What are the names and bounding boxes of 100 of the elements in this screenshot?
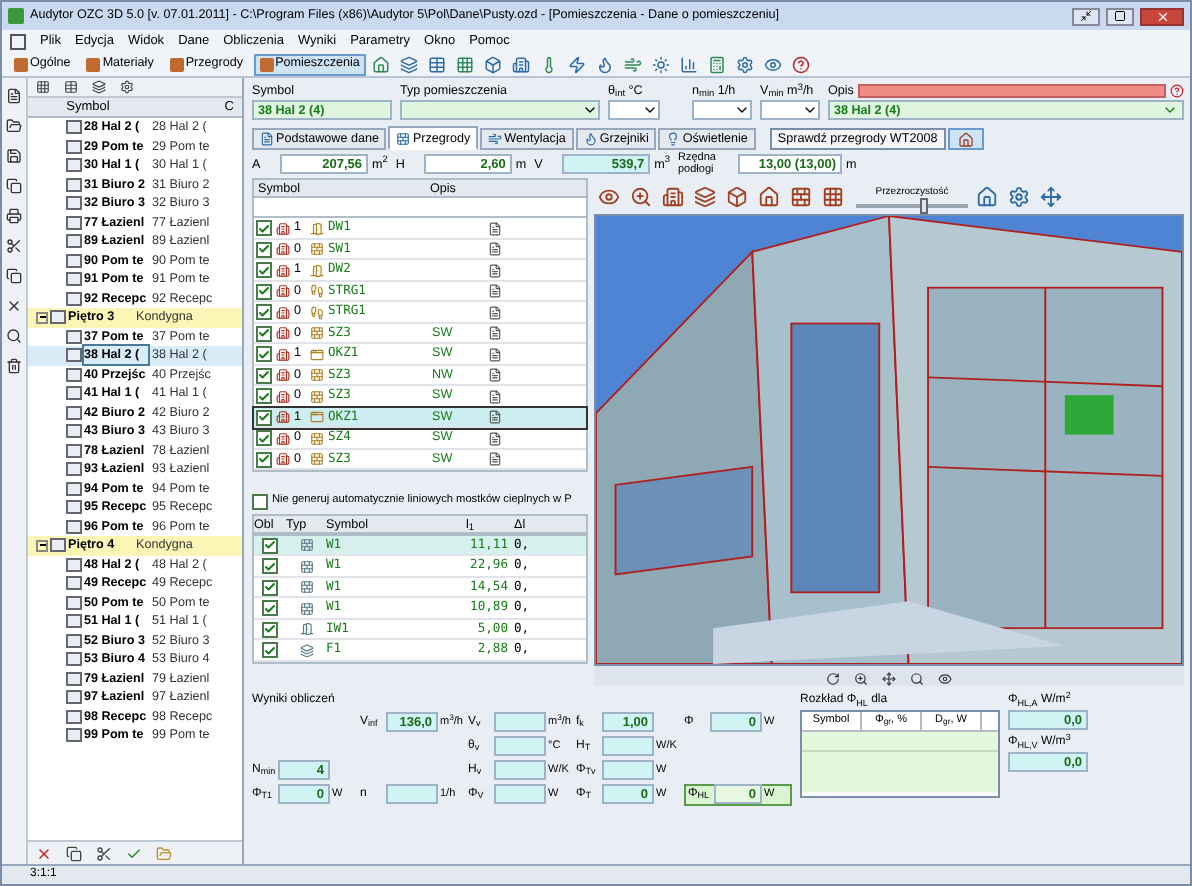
close-button[interactable] bbox=[1140, 7, 1184, 25]
edit-icon[interactable] bbox=[488, 305, 502, 320]
zoom-icon[interactable] bbox=[626, 182, 654, 211]
result-field[interactable] bbox=[494, 736, 546, 757]
checkbox[interactable] bbox=[256, 346, 272, 363]
table-icon[interactable] bbox=[425, 52, 450, 76]
cut-icon[interactable] bbox=[2, 234, 26, 258]
result-field[interactable] bbox=[386, 784, 438, 805]
cube-icon[interactable] bbox=[481, 52, 506, 76]
copy-icon[interactable] bbox=[62, 841, 86, 865]
cut-icon[interactable] bbox=[92, 841, 116, 865]
wall-icon[interactable] bbox=[786, 182, 814, 211]
wind-icon[interactable] bbox=[621, 52, 646, 76]
window-icon bbox=[310, 410, 324, 425]
checkbox[interactable] bbox=[262, 600, 278, 617]
search-icon[interactable] bbox=[2, 324, 26, 348]
module-icon bbox=[259, 57, 274, 71]
checkbox[interactable] bbox=[256, 304, 272, 321]
minimize-icon bbox=[1080, 10, 1092, 22]
layers-icon[interactable] bbox=[690, 182, 718, 211]
result-field[interactable] bbox=[494, 784, 546, 805]
trash-icon[interactable] bbox=[2, 354, 26, 378]
move-icon[interactable] bbox=[1036, 182, 1064, 211]
grid-icon[interactable] bbox=[818, 182, 846, 211]
bolt-icon[interactable] bbox=[565, 52, 590, 76]
building-icon[interactable] bbox=[658, 182, 686, 211]
minimize-button[interactable] bbox=[1072, 7, 1100, 25]
cube-icon[interactable] bbox=[722, 182, 750, 211]
calculator-icon[interactable] bbox=[705, 52, 730, 76]
checkbox[interactable] bbox=[262, 558, 278, 575]
checkbox[interactable] bbox=[256, 241, 272, 258]
result-field[interactable] bbox=[494, 712, 546, 733]
wall-icon bbox=[310, 431, 324, 446]
module-icon bbox=[169, 57, 184, 71]
collapse-icon[interactable] bbox=[36, 311, 48, 324]
checkbox[interactable] bbox=[256, 220, 272, 237]
help-icon[interactable] bbox=[789, 52, 814, 76]
slider-thumb[interactable] bbox=[920, 198, 929, 215]
fan-icon bbox=[488, 132, 503, 147]
edit-icon[interactable] bbox=[488, 263, 502, 278]
checkbox[interactable] bbox=[262, 621, 278, 638]
copy-icon[interactable] bbox=[2, 174, 26, 198]
result-field[interactable] bbox=[494, 760, 546, 781]
print-icon[interactable] bbox=[2, 204, 26, 228]
checkbox[interactable] bbox=[262, 642, 278, 659]
chart-icon[interactable] bbox=[677, 52, 702, 76]
edit-icon[interactable] bbox=[488, 284, 502, 299]
checkbox[interactable] bbox=[252, 493, 268, 510]
edit-icon[interactable] bbox=[488, 347, 502, 362]
new-file-icon[interactable] bbox=[2, 84, 26, 108]
close-icon bbox=[1155, 9, 1169, 23]
checkbox[interactable] bbox=[256, 409, 272, 426]
folder-icon[interactable] bbox=[2, 114, 26, 138]
maximize-button[interactable] bbox=[1106, 7, 1134, 25]
checkbox[interactable] bbox=[256, 430, 272, 447]
door-icon bbox=[299, 622, 313, 637]
house-icon[interactable] bbox=[754, 182, 782, 211]
floor-icon bbox=[50, 538, 66, 553]
checkbox[interactable] bbox=[262, 579, 278, 596]
edit-icon[interactable] bbox=[488, 452, 502, 467]
wall-icon bbox=[299, 580, 313, 595]
edit-icon[interactable] bbox=[488, 410, 502, 425]
edit-icon[interactable] bbox=[488, 431, 502, 446]
collapse-icon[interactable] bbox=[36, 539, 48, 552]
view-button[interactable] bbox=[947, 128, 984, 151]
description-color-bar[interactable] bbox=[857, 84, 1166, 99]
result-field[interactable] bbox=[602, 760, 654, 781]
floor-icon bbox=[50, 310, 66, 325]
wall-icon bbox=[310, 368, 324, 383]
grid-icon[interactable] bbox=[453, 52, 478, 76]
checkbox[interactable] bbox=[256, 451, 272, 468]
document-icon bbox=[260, 132, 274, 147]
wall-icon bbox=[299, 559, 313, 574]
result-field[interactable] bbox=[602, 736, 654, 757]
slider-track[interactable] bbox=[856, 204, 968, 209]
airflow-dropdown[interactable] bbox=[760, 100, 820, 121]
help-icon[interactable] bbox=[1170, 84, 1184, 99]
checkbox[interactable] bbox=[256, 262, 272, 279]
wall-icon bbox=[310, 452, 324, 467]
radiator-icon bbox=[583, 132, 598, 147]
house-icon[interactable] bbox=[972, 182, 1000, 211]
checkbox[interactable] bbox=[256, 325, 272, 342]
stairs-icon bbox=[310, 284, 324, 299]
checkbox[interactable] bbox=[256, 283, 272, 300]
checkbox[interactable] bbox=[262, 537, 278, 554]
edit-icon[interactable] bbox=[488, 242, 502, 257]
settings-icon[interactable] bbox=[733, 52, 758, 76]
temperature-dropdown[interactable] bbox=[608, 100, 660, 121]
edit-icon[interactable] bbox=[488, 326, 502, 341]
checkbox[interactable] bbox=[256, 367, 272, 384]
edit-icon[interactable] bbox=[488, 221, 502, 236]
layers-icon[interactable] bbox=[397, 52, 422, 76]
settings-icon[interactable] bbox=[1004, 182, 1032, 211]
home-icon[interactable] bbox=[369, 52, 394, 76]
save-icon[interactable] bbox=[2, 144, 26, 168]
air-change-dropdown[interactable] bbox=[692, 100, 752, 121]
building-icon[interactable] bbox=[509, 52, 534, 76]
edit-icon[interactable] bbox=[488, 389, 502, 404]
edit-icon[interactable] bbox=[488, 368, 502, 383]
checkbox[interactable] bbox=[256, 388, 272, 405]
